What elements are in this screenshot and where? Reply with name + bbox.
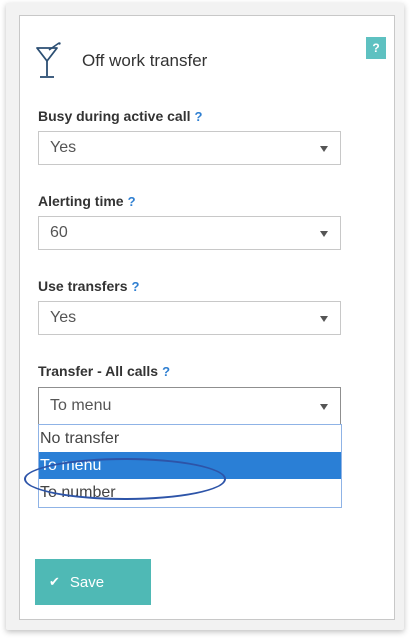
transfer-all-calls-select[interactable]: To menu — [38, 387, 341, 425]
option-to-menu[interactable]: To menu — [39, 452, 341, 479]
panel-header: Off work transfer — [35, 41, 207, 81]
save-button[interactable]: ✔ Save — [35, 559, 151, 605]
select-value: To menu — [50, 397, 112, 414]
select-value: Yes — [50, 139, 77, 156]
transfer-all-calls-label: Transfer - All calls? — [38, 363, 170, 379]
chevron-down-icon — [320, 146, 328, 152]
field-label-text: Alerting time — [38, 193, 124, 209]
select-value: Yes — [50, 309, 77, 326]
field-label-text: Use transfers — [38, 278, 128, 294]
chevron-down-icon — [320, 404, 328, 410]
help-link[interactable]: ? — [195, 109, 203, 124]
option-to-number[interactable]: To number — [39, 479, 341, 506]
select-value: 60 — [50, 224, 68, 241]
panel-title: Off work transfer — [82, 51, 208, 70]
transfer-options-dropdown: No transfer To menu To number — [38, 424, 342, 508]
busy-during-active-call-label: Busy during active call? — [38, 108, 202, 124]
option-no-transfer[interactable]: No transfer — [39, 425, 341, 452]
panel-help-button[interactable]: ? — [366, 37, 386, 59]
help-link[interactable]: ? — [128, 194, 136, 209]
chevron-down-icon — [320, 231, 328, 237]
check-icon: ✔ — [49, 574, 60, 589]
use-transfers-select[interactable]: Yes — [38, 301, 341, 335]
chevron-down-icon — [320, 316, 328, 322]
help-link[interactable]: ? — [162, 364, 170, 379]
use-transfers-label: Use transfers? — [38, 278, 139, 294]
help-link[interactable]: ? — [132, 279, 140, 294]
cocktail-glass-icon — [36, 42, 61, 78]
field-label-text: Transfer - All calls — [38, 363, 159, 379]
alerting-time-select[interactable]: 60 — [38, 216, 341, 250]
busy-during-active-call-select[interactable]: Yes — [38, 131, 341, 165]
alerting-time-label: Alerting time? — [38, 193, 136, 209]
save-button-label: Save — [69, 573, 105, 591]
field-label-text: Busy during active call — [38, 108, 191, 124]
off-work-transfer-panel: ? Off work transfer Busy during active c… — [19, 15, 395, 620]
